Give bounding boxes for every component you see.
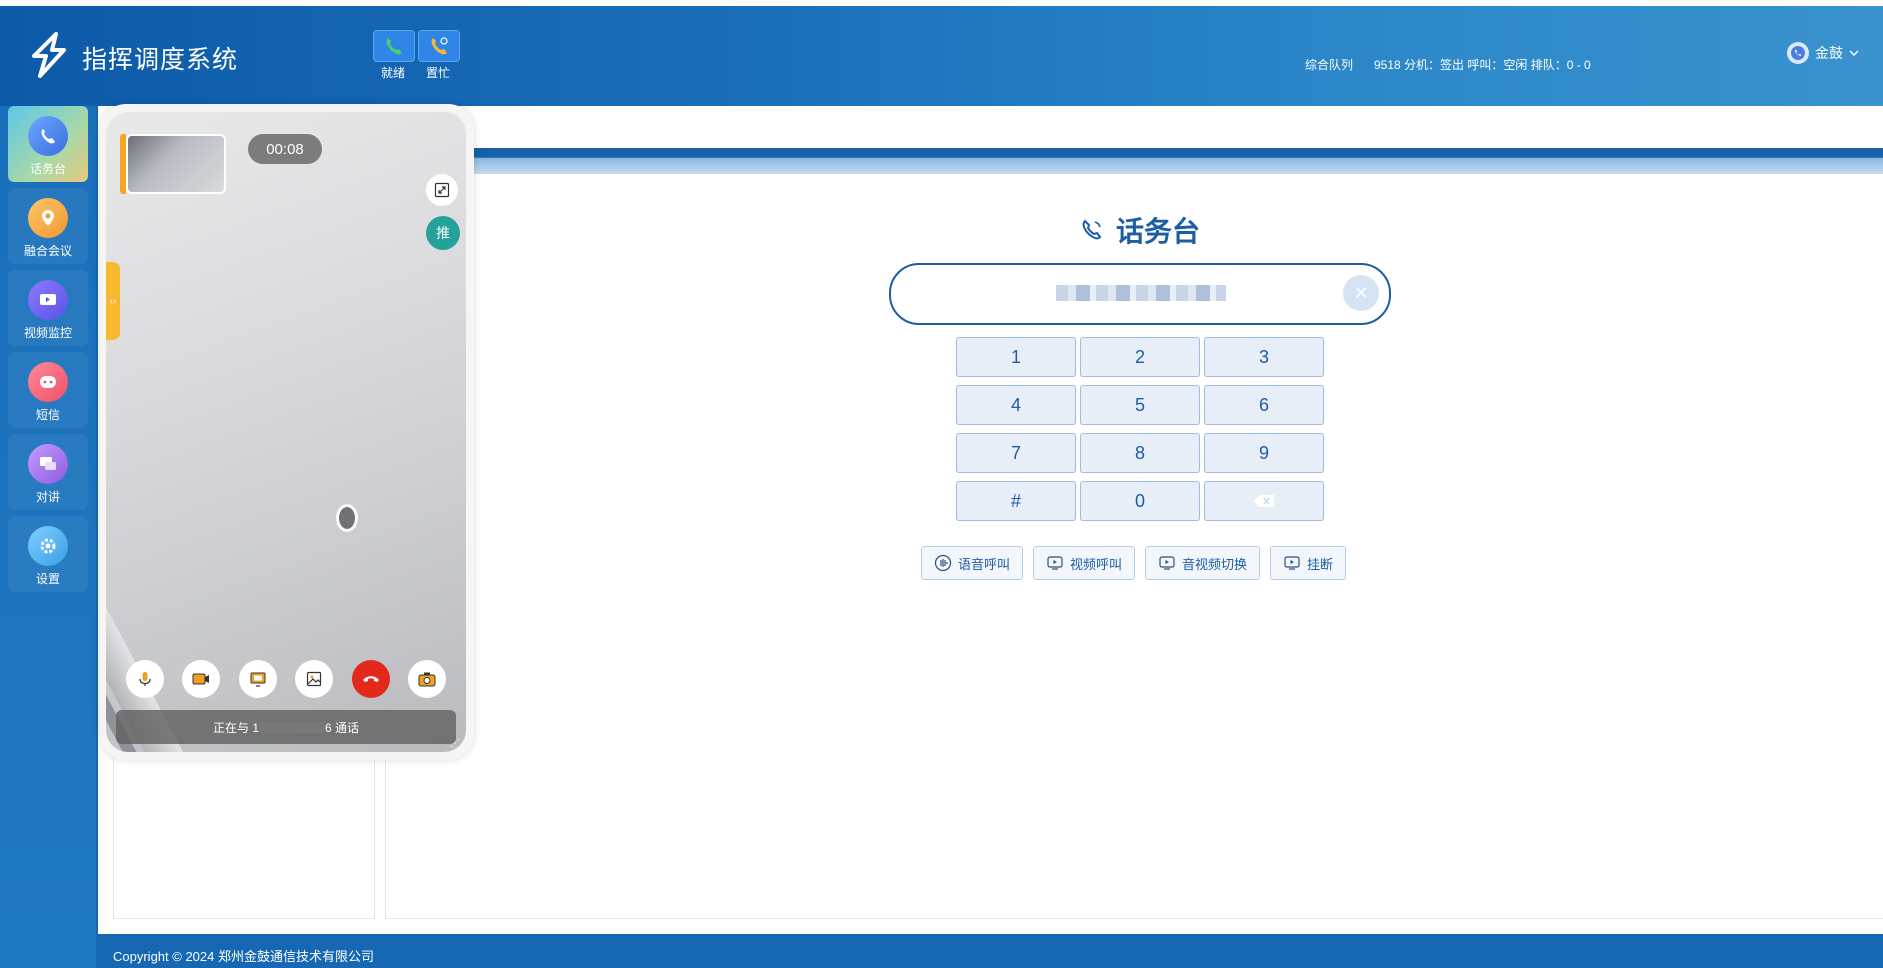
busy-label: 置忙 [425, 66, 450, 80]
user-name: 金鼓 [1815, 45, 1843, 61]
phone-outline-icon [1082, 219, 1102, 240]
ready-button[interactable] [373, 30, 415, 62]
queue-status: 9518 分机：签出 呼叫：空闲 排队：0 - 0 [1374, 58, 1591, 72]
sidebar: 话务台 融合会议 视频监控 短信 对讲 设置 [0, 106, 96, 968]
chat-icon [28, 444, 68, 484]
user-phone-icon [1791, 46, 1805, 60]
image-icon [307, 671, 322, 687]
sidebar-item-sms[interactable]: 短信 [8, 352, 88, 428]
masked-caller-number [260, 721, 324, 733]
ready-label: 就绪 [380, 66, 405, 80]
sidebar-item-console[interactable]: 话务台 [8, 106, 88, 182]
end-call-button[interactable] [351, 660, 390, 698]
mute-button[interactable] [126, 660, 164, 698]
top-bar: 指挥调度系统 就绪 置忙 综合队列 9518 分机：签出 呼叫：空闲 排队：0 … [0, 0, 1883, 106]
call-status-bar: 正在与 1 6 通话 [116, 710, 456, 744]
phone-number-field[interactable]: ✕ [889, 263, 1391, 325]
camera-icon [192, 673, 210, 685]
video-scene-fixture [336, 504, 358, 532]
switch-icon [1159, 556, 1175, 570]
busy-button[interactable] [418, 30, 460, 62]
call-status-prefix: 正在与 1 [212, 720, 259, 735]
push-button[interactable]: 推 [426, 216, 460, 250]
page-title: 话务台 [1078, 210, 1200, 250]
gear-icon [28, 526, 68, 566]
location-pin-icon [28, 198, 68, 238]
voice-icon [934, 554, 952, 572]
sidebar-item-label: 融合会议 [23, 244, 72, 258]
avatar [1787, 42, 1809, 64]
video-call-window[interactable]: 00:08 推 ‹› 正在与 1 6 通话 ⋰ [100, 104, 474, 760]
call-controls [126, 660, 446, 698]
sidebar-item-label: 话务台 [29, 162, 66, 176]
sidebar-item-video-monitor[interactable]: 视频监控 [8, 270, 88, 346]
av-switch-button[interactable]: 音视频切换 [1145, 546, 1261, 580]
call-timer: 00:08 [248, 134, 322, 164]
app-title: 指挥调度系统 [82, 46, 239, 74]
video-play-icon [1047, 556, 1063, 570]
key-4[interactable]: 4 [956, 385, 1076, 425]
dial-keypad: 1 2 3 4 5 6 7 8 9 # 0 [956, 337, 1324, 521]
voice-call-button[interactable]: 语音呼叫 [921, 546, 1024, 580]
screen-share-button[interactable] [238, 660, 277, 698]
expand-icon [434, 182, 450, 198]
right-panel [385, 560, 1883, 919]
video-call-button[interactable]: 视频呼叫 [1033, 546, 1136, 580]
backspace-icon [1254, 495, 1274, 507]
remote-video: 00:08 推 ‹› 正在与 1 6 通话 ⋰ [106, 112, 466, 752]
voice-call-label: 语音呼叫 [958, 556, 1011, 572]
key-9[interactable]: 9 [1204, 433, 1324, 473]
sidebar-item-label: 对讲 [35, 490, 60, 504]
sidebar-item-settings[interactable]: 设置 [8, 516, 88, 592]
call-actions: 语音呼叫 视频呼叫 音视频切换 挂断 [921, 546, 1347, 580]
hangup-label: 挂断 [1307, 556, 1334, 572]
microphone-icon [139, 672, 151, 686]
sidebar-item-intercom[interactable]: 对讲 [8, 434, 88, 510]
hangup-icon [362, 676, 379, 682]
key-0[interactable]: 0 [1080, 481, 1200, 521]
sidebar-item-label: 短信 [35, 408, 60, 422]
phone-busy-icon [431, 37, 448, 55]
backspace-key[interactable] [1204, 481, 1324, 521]
key-2[interactable]: 2 [1080, 337, 1200, 377]
chevron-down-icon [1849, 50, 1859, 57]
sidebar-item-conference[interactable]: 融合会议 [8, 188, 88, 264]
close-icon: ✕ [1353, 282, 1369, 303]
sidebar-item-label: 设置 [35, 572, 60, 586]
video-call-label: 视频呼叫 [1070, 556, 1123, 572]
header-decoration [372, 148, 1883, 174]
user-menu[interactable]: 金鼓 [1787, 42, 1859, 64]
av-switch-label: 音视频切换 [1182, 556, 1248, 572]
resize-grip-icon[interactable]: ⋰ [450, 738, 460, 749]
camera-toggle-button[interactable] [182, 660, 221, 698]
image-button[interactable] [295, 660, 334, 698]
local-video-preview[interactable] [126, 134, 226, 194]
collapse-handle[interactable]: ‹› [106, 262, 120, 340]
fullscreen-button[interactable] [426, 174, 458, 206]
key-7[interactable]: 7 [956, 433, 1076, 473]
key-6[interactable]: 6 [1204, 385, 1324, 425]
call-status-suffix: 6 通话 [325, 720, 360, 735]
screen-share-icon [250, 672, 266, 687]
key-8[interactable]: 8 [1080, 433, 1200, 473]
phone-ready-icon [386, 38, 402, 55]
key-5[interactable]: 5 [1080, 385, 1200, 425]
queue-name: 综合队列 [1305, 58, 1354, 72]
clear-button[interactable]: ✕ [1343, 275, 1379, 311]
hangup-button[interactable]: 挂断 [1270, 546, 1347, 580]
hangup-icon [1284, 556, 1300, 570]
key-hash[interactable]: # [956, 481, 1076, 521]
snapshot-button[interactable] [407, 660, 446, 698]
phone-icon [28, 116, 68, 156]
console-title-text: 话务台 [1116, 216, 1201, 247]
sidebar-item-label: 视频监控 [23, 326, 72, 340]
key-1[interactable]: 1 [956, 337, 1076, 377]
masked-number [1056, 285, 1226, 301]
footer-copyright: Copyright © 2024 郑州金鼓通信技术有限公司 [113, 949, 374, 964]
message-icon [28, 362, 68, 402]
logo-icon [32, 32, 66, 78]
snapshot-icon [418, 672, 436, 687]
video-icon [28, 280, 68, 320]
key-3[interactable]: 3 [1204, 337, 1324, 377]
